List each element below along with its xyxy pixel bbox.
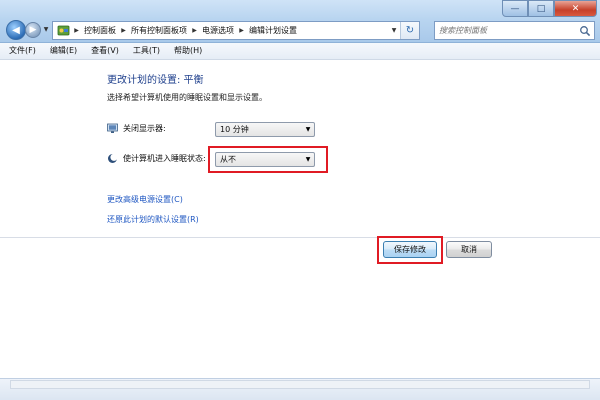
save-changes-button[interactable]: 保存修改	[383, 241, 437, 258]
moon-icon	[107, 153, 118, 164]
chevron-right-icon[interactable]: ▶	[71, 27, 82, 34]
display-off-value: 10 分钟	[220, 125, 249, 134]
menu-edit[interactable]: 编辑(E)	[41, 43, 82, 59]
refresh-button[interactable]: ↻	[400, 22, 419, 39]
recent-pages-dropdown[interactable]: ▼	[42, 26, 50, 34]
close-button[interactable]: ✕	[554, 0, 597, 17]
search-icon[interactable]	[579, 25, 591, 37]
window-controls: — □ ✕	[502, 0, 597, 17]
cancel-button[interactable]: 取消	[446, 241, 492, 258]
control-panel-window: ◀ ▶ ▼ ▶ 控制面板 ▶ 所有控制面板项 ▶ 电源选项 ▶ 编辑计划设置 ▼…	[0, 0, 600, 400]
search-input[interactable]	[435, 23, 583, 38]
breadcrumb-control-panel[interactable]: 控制面板	[82, 25, 118, 36]
control-panel-icon	[55, 23, 71, 39]
page-title: 更改计划的设置: 平衡	[107, 75, 204, 86]
menu-view[interactable]: 查看(V)	[82, 43, 124, 59]
advanced-power-settings-link[interactable]: 更改高级电源设置(C)	[107, 194, 183, 205]
display-off-select[interactable]: 10 分钟 ▼	[215, 122, 315, 137]
chevron-right-icon[interactable]: ▶	[189, 27, 200, 34]
content-divider	[0, 237, 600, 238]
maximize-button[interactable]: □	[528, 0, 554, 17]
breadcrumb-power-options[interactable]: 电源选项	[200, 25, 236, 36]
menu-bar: 文件(F) 编辑(E) 查看(V) 工具(T) 帮助(H)	[0, 43, 600, 60]
menu-file[interactable]: 文件(F)	[0, 43, 41, 59]
chevron-right-icon[interactable]: ▶	[236, 27, 247, 34]
menu-help[interactable]: 帮助(H)	[165, 43, 207, 59]
restore-defaults-link[interactable]: 还原此计划的默认设置(R)	[107, 214, 199, 225]
chevron-down-icon: ▼	[305, 156, 311, 163]
minimize-button[interactable]: —	[502, 0, 528, 17]
search-box	[434, 21, 595, 40]
title-bar: ◀ ▶ ▼ ▶ 控制面板 ▶ 所有控制面板项 ▶ 电源选项 ▶ 编辑计划设置 ▼…	[0, 0, 600, 43]
chevron-right-icon[interactable]: ▶	[118, 27, 129, 34]
breadcrumb: ▶ 控制面板 ▶ 所有控制面板项 ▶ 电源选项 ▶ 编辑计划设置	[71, 22, 299, 39]
back-button[interactable]: ◀	[6, 20, 26, 40]
menu-tools[interactable]: 工具(T)	[124, 43, 165, 59]
sleep-label: 使计算机进入睡眠状态:	[123, 154, 206, 163]
sleep-value: 从不	[220, 155, 236, 164]
address-history-dropdown[interactable]: ▼	[389, 22, 399, 39]
breadcrumb-all-items[interactable]: 所有控制面板项	[129, 25, 189, 36]
forward-button[interactable]: ▶	[25, 22, 41, 38]
refresh-icon: ↻	[405, 25, 415, 36]
monitor-icon	[107, 123, 118, 134]
address-bar[interactable]: ▶ 控制面板 ▶ 所有控制面板项 ▶ 电源选项 ▶ 编辑计划设置 ▼ ↻	[52, 21, 420, 40]
sleep-select[interactable]: 从不 ▼	[215, 152, 315, 167]
display-off-row: 关闭显示器:	[107, 123, 166, 134]
arrow-left-icon: ◀	[12, 24, 20, 36]
display-off-label: 关闭显示器:	[123, 124, 166, 133]
arrow-right-icon: ▶	[29, 25, 37, 35]
chevron-down-icon: ▼	[305, 126, 311, 133]
page-subtitle: 选择希望计算机使用的睡眠设置和显示设置。	[107, 93, 267, 102]
breadcrumb-edit-plan[interactable]: 编辑计划设置	[247, 25, 299, 36]
sleep-row: 使计算机进入睡眠状态:	[107, 153, 206, 164]
horizontal-scrollbar[interactable]	[10, 380, 590, 389]
main-content: 更改计划的设置: 平衡 选择希望计算机使用的睡眠设置和显示设置。 关闭显示器: …	[0, 60, 600, 378]
